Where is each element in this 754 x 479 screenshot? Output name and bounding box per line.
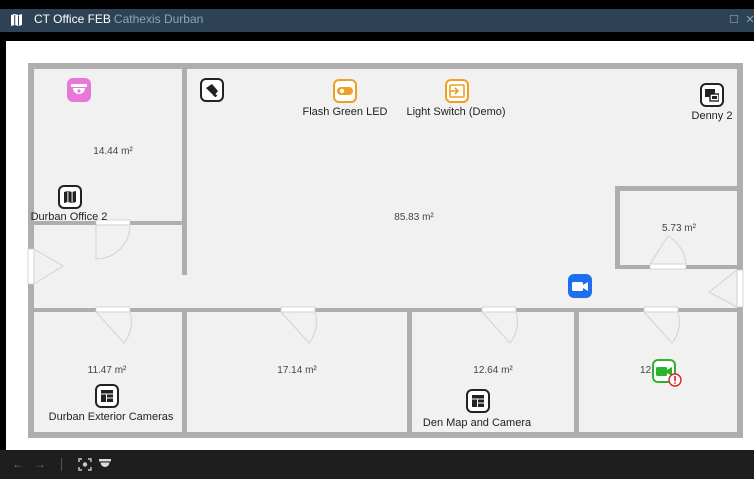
room-area-label: 14.44 m² xyxy=(93,146,133,157)
window-title: CT Office FEB Cathexis Durban xyxy=(34,12,203,26)
device-label[interactable]: Durban Office 2 xyxy=(31,211,108,223)
floor-area xyxy=(32,66,739,438)
floor-plan-canvas[interactable]: 14.44 m² 85.83 m² 5.73 m² 11.47 m² 17.14… xyxy=(6,41,754,450)
room-area-label: 12.64 m² xyxy=(473,365,513,376)
dome-camera-icon[interactable] xyxy=(98,458,112,471)
room-area-label: 11.47 m² xyxy=(87,365,127,376)
multi-monitor-icon[interactable] xyxy=(700,83,724,107)
switch-input-icon[interactable] xyxy=(445,79,469,103)
back-button[interactable]: ← xyxy=(12,457,24,471)
grid-layout-icon[interactable] xyxy=(95,384,119,408)
bottom-toolbar: ← → xyxy=(0,450,754,479)
room-area-label: 85.83 m² xyxy=(394,212,434,223)
speaker-icon[interactable] xyxy=(200,78,224,102)
error-badge-icon xyxy=(668,373,682,387)
video-camera-icon[interactable] xyxy=(568,274,592,298)
forward-button[interactable]: → xyxy=(34,457,46,471)
device-label[interactable]: Denny 2 xyxy=(692,110,733,122)
map-icon[interactable] xyxy=(58,185,82,209)
grid-layout-icon[interactable] xyxy=(466,389,490,413)
toolbar-divider xyxy=(61,458,62,471)
title-bar: CT Office FEB Cathexis Durban ☐ ✕ xyxy=(0,0,754,41)
close-button[interactable]: ✕ xyxy=(742,11,754,29)
device-label[interactable]: Light Switch (Demo) xyxy=(406,106,505,118)
window-title-text: CT Office FEB xyxy=(34,12,111,26)
room-area-label: 5.73 m² xyxy=(662,223,696,234)
dome-camera-icon[interactable] xyxy=(67,78,91,102)
room-area-label: 17.14 m² xyxy=(277,365,317,376)
fit-to-screen-icon[interactable] xyxy=(78,458,92,471)
window-subtitle: Cathexis Durban xyxy=(113,12,204,26)
device-label[interactable]: Flash Green LED xyxy=(303,106,388,118)
map-app-icon xyxy=(11,14,22,26)
device-label[interactable]: Den Map and Camera xyxy=(423,417,531,429)
device-label[interactable]: Durban Exterior Cameras xyxy=(49,411,174,423)
led-icon[interactable] xyxy=(333,79,357,103)
maximize-button[interactable]: ☐ xyxy=(726,11,742,29)
